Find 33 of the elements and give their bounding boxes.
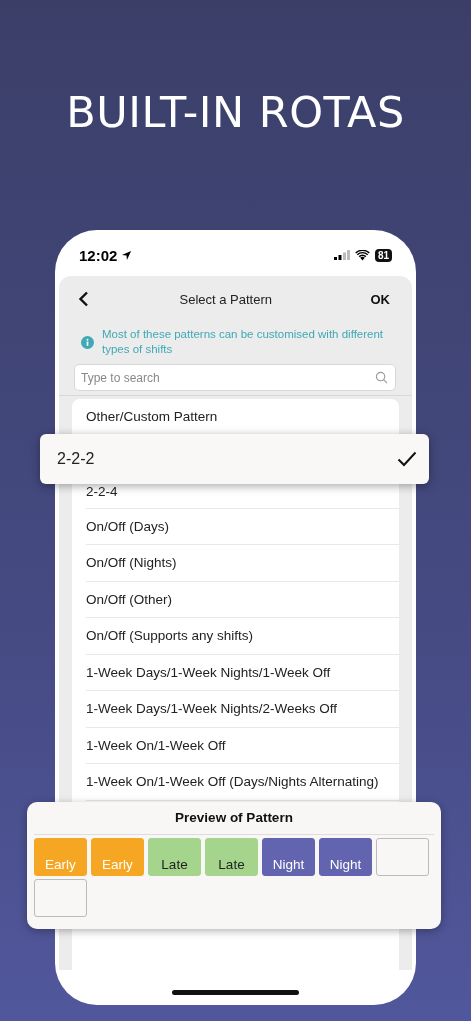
selected-pattern-item[interactable]: 2-2-2 <box>40 433 429 484</box>
pattern-item[interactable]: 1-Week Days/1-Week Nights/2-Weeks Off <box>86 701 338 717</box>
shift-cell: Late <box>148 838 201 876</box>
empty-cell <box>376 838 429 876</box>
back-icon[interactable] <box>77 291 91 307</box>
pattern-item[interactable]: On/Off (Other) <box>86 591 173 607</box>
shift-cell: Night <box>262 838 315 876</box>
wifi-icon <box>354 249 370 261</box>
shift-cell: Night <box>319 838 372 876</box>
pattern-item[interactable]: On/Off (Days) <box>86 518 170 534</box>
battery-level: 81 <box>374 248 392 262</box>
pattern-item[interactable]: On/Off (Nights) <box>86 555 177 571</box>
empty-cell <box>34 879 87 917</box>
checkmark-icon <box>397 450 417 467</box>
location-icon <box>121 249 133 261</box>
pattern-item[interactable]: 1-Week Days/1-Week Nights/1-Week Off <box>86 664 331 680</box>
status-time: 12:02 <box>79 246 118 264</box>
pattern-item[interactable]: On/Off (Supports any shifts) <box>86 628 254 644</box>
search-icon <box>375 371 388 384</box>
pattern-item[interactable]: 1-Week On/1-Week Off (Days/Nights Alternating) <box>86 774 379 790</box>
signal-icon <box>333 250 350 260</box>
shift-cell: Early <box>34 838 87 876</box>
shift-cell: Late <box>205 838 258 876</box>
pattern-item[interactable]: Other/Custom Pattern <box>86 409 218 425</box>
ok-button[interactable]: OK <box>360 291 400 307</box>
search-field[interactable]: Type to search <box>74 364 396 391</box>
headline: BUILT-IN ROTAS <box>66 87 405 137</box>
pattern-item[interactable]: 1-Week On/1-Week Off <box>86 737 226 753</box>
screen-title: Select a Pattern <box>178 291 273 307</box>
preview-title: Preview of Pattern <box>34 810 434 835</box>
info-icon <box>81 335 94 349</box>
info-text: Most of these patterns can be customised with different types of shifts <box>102 327 385 357</box>
shift-cell: Early <box>91 838 144 876</box>
